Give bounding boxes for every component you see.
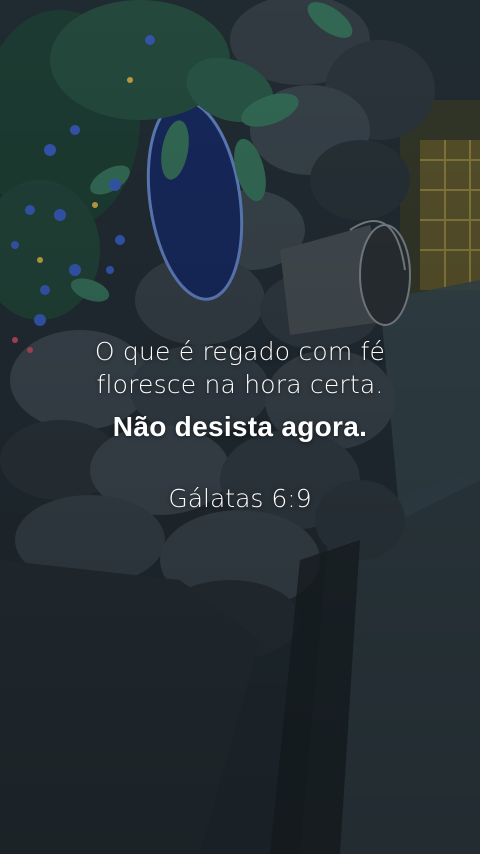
quote-emphasis: Não desista agora. <box>112 411 368 442</box>
quote-line-2: floresce na hora certa. <box>96 370 384 399</box>
bible-reference: Gálatas 6:9 <box>168 484 312 513</box>
quote-line-1: O que é regado com fé <box>94 337 386 366</box>
story-frame: O que é regado com fé floresce na hora c… <box>0 0 480 854</box>
